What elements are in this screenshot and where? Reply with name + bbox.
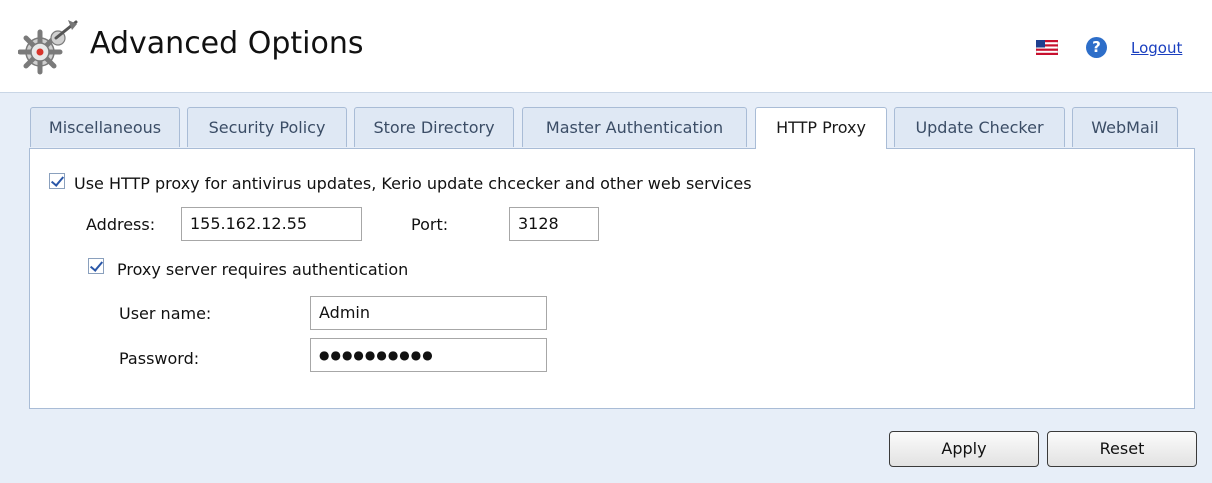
address-input[interactable]: 155.162.12.55: [181, 207, 362, 241]
gear-tools-icon: [18, 20, 78, 75]
apply-button[interactable]: Apply: [889, 431, 1039, 467]
header-bar: Advanced Options ? Logout: [0, 0, 1212, 93]
address-label: Address:: [86, 215, 156, 234]
port-label: Port:: [411, 215, 449, 234]
proxy-auth-label: Proxy server requires authentication: [117, 260, 409, 279]
tab-master-authentication[interactable]: Master Authentication: [522, 107, 747, 147]
tab-webmail[interactable]: WebMail: [1072, 107, 1178, 147]
page-title: Advanced Options: [90, 26, 364, 61]
username-input[interactable]: Admin: [310, 296, 547, 330]
use-proxy-checkbox[interactable]: [49, 173, 65, 189]
password-input[interactable]: ●●●●●●●●●●: [310, 338, 547, 372]
reset-button[interactable]: Reset: [1047, 431, 1197, 467]
tab-miscellaneous[interactable]: Miscellaneous: [30, 107, 180, 147]
tab-security-policy[interactable]: Security Policy: [187, 107, 347, 147]
us-flag-icon[interactable]: [1036, 40, 1058, 55]
help-icon[interactable]: ?: [1086, 37, 1107, 58]
password-label: Password:: [119, 349, 200, 368]
tab-http-proxy[interactable]: HTTP Proxy: [755, 107, 887, 149]
tab-store-directory[interactable]: Store Directory: [354, 107, 514, 147]
proxy-auth-checkbox[interactable]: [88, 258, 104, 274]
username-label: User name:: [119, 304, 212, 323]
port-input[interactable]: 3128: [509, 207, 599, 241]
tab-update-checker[interactable]: Update Checker: [894, 107, 1065, 147]
logout-link[interactable]: Logout: [1131, 39, 1182, 57]
use-proxy-label: Use HTTP proxy for antivirus updates, Ke…: [74, 174, 752, 193]
